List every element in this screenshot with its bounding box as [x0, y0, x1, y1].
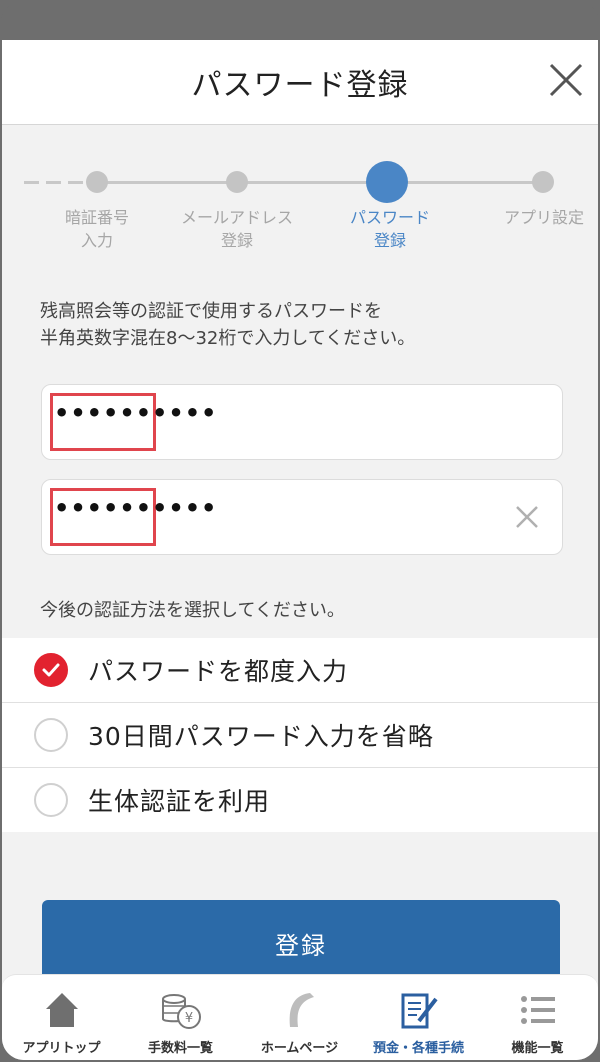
auth-method-prompt: 今後の認証方法を選択してください。 — [40, 600, 345, 621]
tab-feature-list[interactable]: 機能一覧 — [478, 975, 597, 1060]
auth-option-skip-30-days[interactable]: 30日間パスワード入力を省略 — [2, 703, 598, 768]
clear-icon — [516, 506, 538, 528]
step-connector — [97, 181, 547, 184]
step-4-dot — [532, 171, 554, 193]
auth-option-password-each-time[interactable]: パスワードを都度入力 — [2, 638, 598, 703]
bank-logo-icon — [289, 993, 314, 1027]
step-1-label: 暗証番号 入力 — [64, 208, 129, 250]
document-pen-icon — [401, 993, 438, 1029]
option-label: 生体認証を利用 — [88, 787, 271, 816]
step-3-label: パスワード 登録 — [349, 208, 430, 250]
list-icon — [521, 996, 555, 1024]
radio-unchecked[interactable] — [34, 783, 68, 817]
radio-unchecked[interactable] — [34, 718, 68, 752]
tab-label: ホームページ — [260, 1041, 339, 1056]
password-confirm-value: •••••••••• — [54, 494, 218, 522]
step-4-label: アプリ設定 — [503, 208, 584, 227]
tab-label: 手数料一覧 — [147, 1041, 213, 1056]
step-2-dot — [226, 171, 248, 193]
option-label: 30日間パスワード入力を省略 — [88, 722, 434, 751]
check-icon — [42, 663, 60, 677]
clear-button[interactable] — [514, 504, 540, 530]
step-3-dot — [366, 161, 408, 203]
auth-method-options: パスワードを都度入力 30日間パスワード入力を省略 生体認証を利用 — [2, 638, 598, 832]
page-title: パスワード登録 — [191, 68, 409, 103]
tab-app-top[interactable]: アプリトップ — [2, 975, 121, 1060]
progress-stepper: 暗証番号 入力 メールアドレス 登録 パスワード 登録 アプリ設定 — [2, 124, 598, 294]
password-confirm-field[interactable]: •••••••••• — [41, 479, 563, 555]
radio-checked[interactable] — [34, 653, 68, 687]
app-screen: パスワード登録 暗証番号 入力 メールアドレス 登録 パスワード 登録 アプリ設… — [2, 40, 598, 1060]
yen-coins-icon: ¥ — [162, 994, 201, 1029]
register-button-label: 登録 — [275, 932, 327, 960]
svg-text:¥: ¥ — [185, 1011, 193, 1026]
home-icon — [46, 993, 78, 1027]
auth-option-biometric[interactable]: 生体認証を利用 — [2, 768, 598, 832]
tab-label: 預金・各種手続 — [372, 1041, 464, 1056]
password-instruction: 残高照会等の認証で使用するパスワードを 半角英数字混在8～32桁で入力してくださ… — [40, 301, 416, 349]
header: パスワード登録 — [2, 40, 598, 125]
tab-label: アプリトップ — [22, 1041, 101, 1056]
register-button[interactable]: 登録 — [42, 900, 560, 984]
close-button[interactable] — [548, 62, 584, 98]
step-dash — [46, 181, 61, 184]
password-value: •••••••••• — [54, 399, 218, 427]
device-frame: パスワード登録 暗証番号 入力 メールアドレス 登録 パスワード 登録 アプリ設… — [0, 0, 600, 1062]
tab-deposits-procedures[interactable]: 預金・各種手続 — [359, 975, 478, 1060]
step-2-label: メールアドレス 登録 — [180, 208, 293, 250]
password-field[interactable]: •••••••••• — [41, 384, 563, 460]
tab-fee-list[interactable]: ¥ 手数料一覧 — [121, 975, 240, 1060]
step-dash — [68, 181, 83, 184]
step-1-dot — [86, 171, 108, 193]
tab-label: 機能一覧 — [511, 1041, 564, 1056]
bottom-tab-bar: アプリトップ ¥ 手数料一覧 ホームページ 預金・各種手続 機能一覧 — [2, 974, 598, 1060]
step-dash — [24, 181, 39, 184]
close-icon — [549, 63, 583, 97]
tab-homepage[interactable]: ホームページ — [240, 975, 359, 1060]
option-label: パスワードを都度入力 — [88, 657, 349, 686]
